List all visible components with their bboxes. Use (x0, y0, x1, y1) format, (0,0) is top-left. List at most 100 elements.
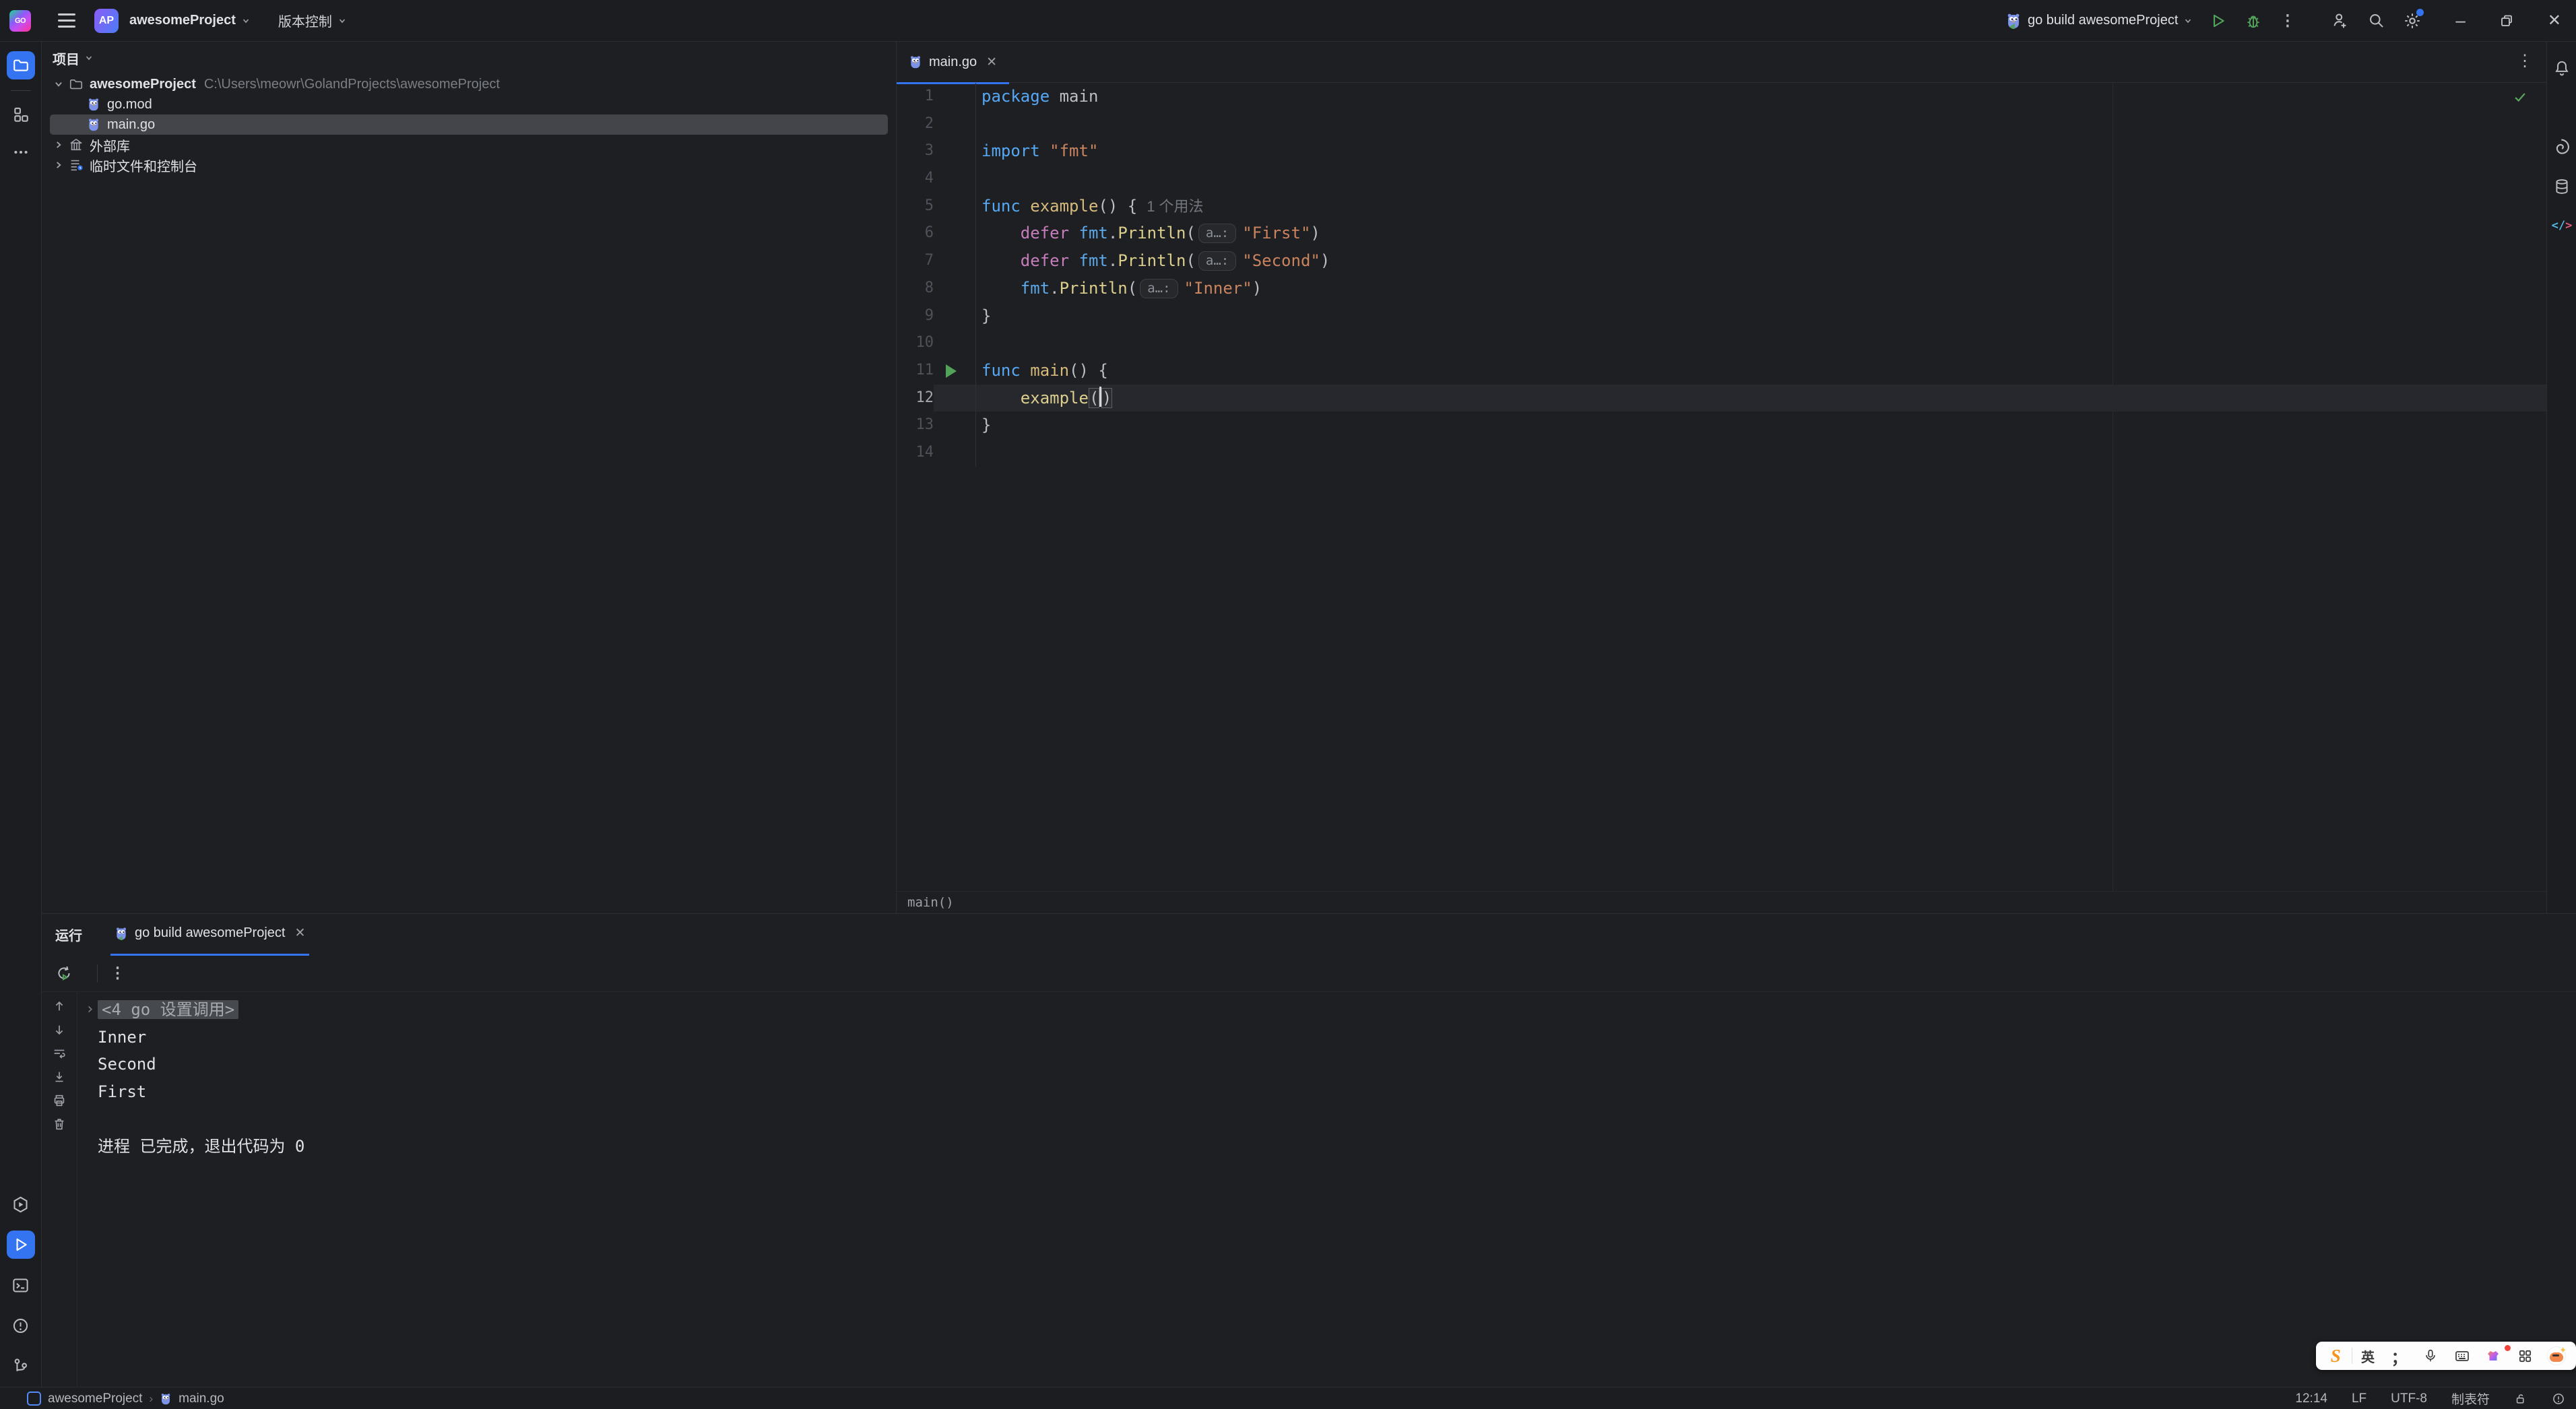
ime-voice-icon[interactable] (2415, 1348, 2447, 1363)
code-text[interactable]: } (976, 412, 2546, 439)
project-tool-button[interactable] (6, 51, 35, 79)
breadcrumb-bar[interactable]: main() (897, 891, 2546, 913)
run-main-gutter-icon[interactable] (946, 364, 957, 378)
gutter[interactable] (934, 83, 976, 110)
window-minimize-button[interactable]: – (2455, 10, 2465, 31)
line-number[interactable]: 8 (897, 275, 934, 302)
ime-emoji-face-icon[interactable]: ✦ (2540, 1345, 2572, 1365)
project-panel-header[interactable]: 项目 (42, 42, 896, 74)
console-tab[interactable]: go build awesomeProject ✕ (110, 913, 310, 956)
project-selector[interactable]: awesomeProject (129, 13, 250, 28)
unlock-icon[interactable] (2514, 1392, 2527, 1406)
code-text[interactable]: func example() {1 个用法 (976, 193, 2546, 220)
gutter[interactable] (934, 412, 976, 439)
code-text[interactable] (976, 329, 2546, 357)
status-crumb-file[interactable]: main.go (179, 1391, 224, 1406)
window-restore-button[interactable] (2499, 13, 2514, 28)
notifications-bell-button[interactable] (2549, 55, 2575, 81)
gutter[interactable] (934, 274, 976, 302)
code-text[interactable]: } (976, 302, 2546, 330)
search-everywhere-icon[interactable] (2367, 11, 2385, 30)
tree-item--[interactable]: 外部库 (50, 135, 888, 155)
more-tool-windows-button[interactable] (7, 138, 35, 166)
run-tool-button[interactable] (6, 1231, 35, 1259)
soft-wrap-icon[interactable] (52, 1046, 67, 1061)
code-editor[interactable]: 1 package main 2 3 import "fmt" 4 5 func exampl… (897, 83, 2546, 891)
collapse-chevron-icon[interactable] (50, 160, 67, 170)
clear-console-trash-icon[interactable] (52, 1117, 67, 1132)
line-number[interactable]: 13 (897, 412, 934, 439)
expand-chevron-icon[interactable] (50, 79, 67, 89)
rerun-button[interactable] (55, 964, 73, 982)
git-tool-button[interactable] (7, 1352, 35, 1380)
gutter[interactable] (934, 110, 976, 138)
down-stacktrace-icon[interactable] (52, 1022, 67, 1037)
gutter[interactable] (934, 165, 976, 193)
code-text[interactable]: fmt.Println(a…: "Inner") (976, 275, 2546, 302)
line-number[interactable]: 2 (897, 110, 934, 138)
more-actions-button[interactable]: ⋮ (2280, 11, 2295, 30)
collapse-chevron-icon[interactable] (50, 140, 67, 150)
gutter[interactable] (934, 384, 976, 412)
code-with-me-icon[interactable] (2331, 11, 2350, 30)
debug-button[interactable] (2245, 12, 2262, 30)
encoding-widget[interactable]: UTF-8 (2391, 1391, 2427, 1406)
code-text[interactable] (976, 165, 2546, 193)
ime-toolbox-grid-icon[interactable] (2509, 1348, 2541, 1364)
print-icon[interactable] (52, 1093, 67, 1108)
code-text[interactable]: func main() { (976, 357, 2546, 385)
code-text[interactable]: import "fmt" (976, 137, 2546, 165)
ime-language-toggle[interactable]: 英 (2352, 1346, 2384, 1366)
ime-punctuation-toggle[interactable]: ； (2383, 1344, 2415, 1368)
line-number[interactable]: 7 (897, 247, 934, 275)
vcs-menu[interactable]: 版本控制 (278, 11, 346, 30)
database-button[interactable] (2549, 174, 2575, 199)
run-button[interactable] (2210, 12, 2227, 30)
tab-main-go[interactable]: main.go ✕ (897, 42, 1010, 84)
status-crumb-project[interactable]: awesomeProject (48, 1391, 142, 1406)
ime-keyboard-icon[interactable] (2447, 1348, 2478, 1364)
ime-skin-icon[interactable] (2478, 1345, 2511, 1364)
code-text[interactable]: example() (976, 384, 2546, 412)
run-tool-label[interactable]: 运行 (55, 925, 82, 944)
line-number[interactable]: 11 (897, 357, 934, 385)
console-output[interactable]: › <4 go 设置调用> Inner Second First 进程 已完成，退出代码… (77, 992, 2576, 1387)
line-separator-widget[interactable]: LF (2352, 1391, 2366, 1406)
endpoints-code-button[interactable]: </> (2549, 213, 2575, 238)
line-number[interactable]: 6 (897, 220, 934, 247)
console-folded-command[interactable]: › <4 go 设置调用> (86, 996, 2576, 1024)
gutter[interactable] (934, 137, 976, 166)
settings-gear-icon[interactable] (2403, 8, 2424, 30)
terminal-tool-button[interactable] (7, 1271, 35, 1299)
line-number[interactable]: 14 (897, 439, 934, 467)
intention-bulb-icon[interactable] (984, 391, 996, 405)
up-stacktrace-icon[interactable] (52, 999, 67, 1014)
tree-item-main-go[interactable]: main.go (50, 114, 888, 135)
window-close-button[interactable]: ✕ (2548, 11, 2561, 30)
breadcrumb-item[interactable]: main() (907, 895, 954, 910)
tab-options-kebab[interactable]: ⋮ (2517, 51, 2533, 71)
folded-text[interactable]: <4 go 设置调用> (98, 1000, 239, 1019)
code-text[interactable]: package main (976, 83, 2546, 110)
fold-expand-chevron-icon[interactable]: › (86, 996, 94, 1024)
code-text[interactable] (976, 439, 2546, 467)
problems-tool-button[interactable] (7, 1311, 35, 1340)
line-number[interactable]: 5 (897, 193, 934, 220)
tree-item--[interactable]: 临时文件和控制台 (50, 155, 888, 175)
line-number[interactable]: 12 (897, 385, 934, 412)
gutter[interactable] (934, 192, 976, 220)
console-more-kebab[interactable]: ⋮ (110, 964, 125, 982)
gutter[interactable] (934, 329, 976, 357)
gutter[interactable] (934, 302, 976, 330)
structure-tool-button[interactable] (7, 100, 35, 129)
line-number[interactable]: 10 (897, 329, 934, 357)
tree-item-awesomeProject[interactable]: awesomeProject C:\Users\meowr\GolandProje… (50, 74, 888, 94)
caret-position-widget[interactable]: 12:14 (2295, 1391, 2327, 1406)
gutter[interactable] (934, 356, 976, 385)
gutter[interactable] (934, 247, 976, 275)
project-avatar[interactable]: AP (94, 8, 119, 33)
code-text[interactable]: defer fmt.Println(a…: "First") (976, 220, 2546, 247)
gutter[interactable] (934, 220, 976, 248)
gutter[interactable] (934, 438, 976, 467)
line-number[interactable]: 1 (897, 83, 934, 110)
